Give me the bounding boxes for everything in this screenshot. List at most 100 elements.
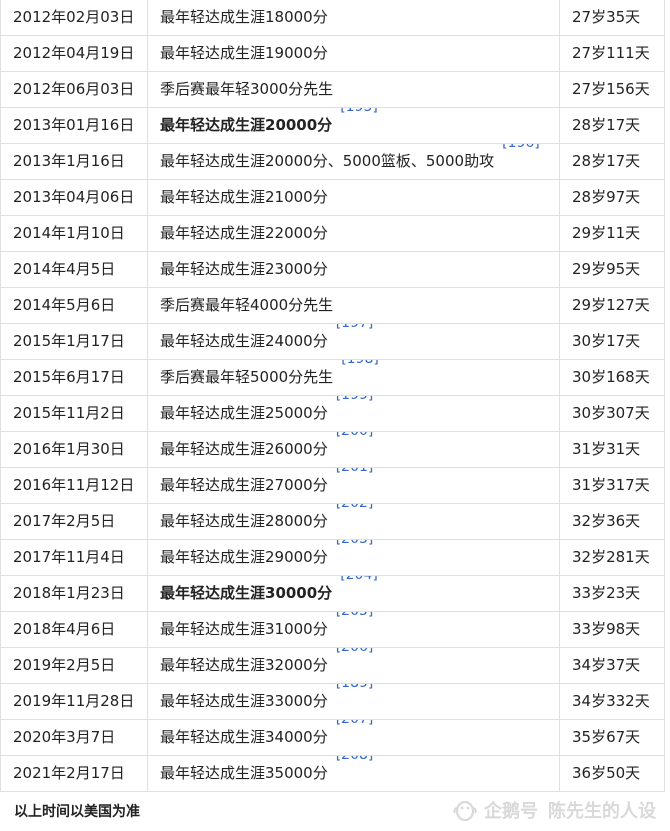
citation-link[interactable]: [204] xyxy=(340,577,378,584)
age-cell: 34岁37天 xyxy=(559,647,665,684)
citation-link[interactable]: [189] xyxy=(336,685,374,692)
table-row: 2016年1月30日最年轻达成生涯26000分 [200] 31岁31天 xyxy=(0,431,665,468)
table-row: 2019年11月28日最年轻达成生涯33000分 [189] 34岁332天 xyxy=(0,683,665,720)
date-cell: 2020年3月7日 xyxy=(0,719,148,756)
event-cell: 最年轻达成生涯24000分 [197] xyxy=(147,323,560,360)
citation-link[interactable]: [195] xyxy=(340,109,378,116)
event-cell: 季后赛最年轻5000分先生 [198] xyxy=(147,359,560,396)
records-table-body: 2012年02月03日 最年轻达成生涯18000分 27岁35天 2012年04月19… xyxy=(0,0,665,792)
age-cell: 29岁127天 xyxy=(559,287,665,324)
age-cell: 32岁281天 xyxy=(559,539,665,576)
event-cell: 最年轻达成生涯18000分 xyxy=(147,0,560,36)
citation-link[interactable]: [201] xyxy=(336,469,374,476)
event-cell: 最年轻达成生涯20000分 [195] xyxy=(147,107,560,144)
event-cell: 季后赛最年轻3000分先生 xyxy=(147,71,560,108)
event-text: 季后赛最年轻5000分先生 xyxy=(160,368,334,386)
event-text: 最年轻达成生涯23000分 xyxy=(160,260,328,278)
table-row: 2020年3月7日最年轻达成生涯34000分 [207] 35岁67天 xyxy=(0,719,665,756)
table-row: 2013年01月16日最年轻达成生涯20000分 [195] 28岁17天 xyxy=(0,107,665,144)
watermark: 企鹅号 陈先生的人设 xyxy=(452,797,656,823)
date-cell: 2014年5月6日 xyxy=(0,287,148,324)
watermark-brand: 企鹅号 xyxy=(484,801,538,822)
event-text: 最年轻达成生涯19000分 xyxy=(160,44,328,62)
citation-link[interactable]: [206] xyxy=(336,649,374,656)
table-row: 2017年11月4日最年轻达成生涯29000分 [203] 32岁281天 xyxy=(0,539,665,576)
event-cell: 最年轻达成生涯19000分 xyxy=(147,35,560,72)
age-cell: 34岁332天 xyxy=(559,683,665,720)
table-row: 2017年2月5日最年轻达成生涯28000分 [202] 32岁36天 xyxy=(0,503,665,540)
event-cell: 最年轻达成生涯31000分 [205] xyxy=(147,611,560,648)
date-cell: 2014年1月10日 xyxy=(0,215,148,252)
event-cell: 最年轻达成生涯20000分、5000篮板、5000助攻 [196] xyxy=(147,143,560,180)
age-cell: 30岁17天 xyxy=(559,323,665,360)
citation-link[interactable]: [199] xyxy=(336,397,374,404)
table-row: 2018年4月6日最年轻达成生涯31000分 [205] 33岁98天 xyxy=(0,611,665,648)
date-cell: 2013年04月06日 xyxy=(0,179,148,216)
event-text: 最年轻达成生涯27000分 xyxy=(160,476,328,494)
event-cell: 最年轻达成生涯27000分 [201] xyxy=(147,467,560,504)
age-cell: 31岁31天 xyxy=(559,431,665,468)
event-text: 最年轻达成生涯18000分 xyxy=(160,8,328,26)
records-table: 2012年02月03日 最年轻达成生涯18000分 27岁35天 2012年04月19… xyxy=(0,0,665,792)
table-row: 2012年02月03日 最年轻达成生涯18000分 27岁35天 xyxy=(0,0,665,36)
date-cell: 2012年02月03日 xyxy=(0,0,148,36)
citation-link[interactable]: [198] xyxy=(341,361,379,368)
event-text: 最年轻达成生涯32000分 xyxy=(160,656,328,674)
event-cell: 最年轻达成生涯33000分 [189] xyxy=(147,683,560,720)
event-text: 最年轻达成生涯28000分 xyxy=(160,512,328,530)
table-row: 2014年1月10日 最年轻达成生涯22000分 29岁11天 xyxy=(0,215,665,252)
date-cell: 2015年1月17日 xyxy=(0,323,148,360)
event-text: 最年轻达成生涯31000分 xyxy=(160,620,328,638)
citation-link[interactable]: [203] xyxy=(336,541,374,548)
date-cell: 2015年6月17日 xyxy=(0,359,148,396)
date-cell: 2013年1月16日 xyxy=(0,143,148,180)
date-cell: 2014年4月5日 xyxy=(0,251,148,288)
age-cell: 33岁98天 xyxy=(559,611,665,648)
event-cell: 最年轻达成生涯29000分 [203] xyxy=(147,539,560,576)
date-cell: 2016年1月30日 xyxy=(0,431,148,468)
table-row: 2018年1月23日最年轻达成生涯30000分 [204] 33岁23天 xyxy=(0,575,665,612)
footer-row: 以上时间以美国为准 企鹅号 陈先生的人设 xyxy=(0,791,664,831)
citation-link[interactable]: [197] xyxy=(336,325,374,332)
event-cell: 最年轻达成生涯25000分 [199] xyxy=(147,395,560,432)
citation-link[interactable]: [208] xyxy=(336,757,374,764)
date-cell: 2017年2月5日 xyxy=(0,503,148,540)
event-text: 最年轻达成生涯33000分 xyxy=(160,692,328,710)
age-cell: 29岁11天 xyxy=(559,215,665,252)
age-cell: 32岁36天 xyxy=(559,503,665,540)
age-cell: 28岁97天 xyxy=(559,179,665,216)
date-cell: 2017年11月4日 xyxy=(0,539,148,576)
event-text: 最年轻达成生涯22000分 xyxy=(160,224,328,242)
footnote-text: 以上时间以美国为准 xyxy=(14,804,140,820)
table-row: 2013年04月06日 最年轻达成生涯21000分 28岁97天 xyxy=(0,179,665,216)
event-text: 最年轻达成生涯29000分 xyxy=(160,548,328,566)
age-cell: 27岁111天 xyxy=(559,35,665,72)
age-cell: 28岁17天 xyxy=(559,143,665,180)
age-cell: 33岁23天 xyxy=(559,575,665,612)
event-text: 最年轻达成生涯20000分、5000篮板、5000助攻 xyxy=(160,152,495,170)
event-cell: 最年轻达成生涯30000分 [204] xyxy=(147,575,560,612)
date-cell: 2013年01月16日 xyxy=(0,107,148,144)
date-cell: 2019年11月28日 xyxy=(0,683,148,720)
citation-link[interactable]: [200] xyxy=(336,433,374,440)
citation-link[interactable]: [207] xyxy=(336,721,374,728)
table-row: 2016年11月12日最年轻达成生涯27000分 [201] 31岁317天 xyxy=(0,467,665,504)
age-cell: 29岁95天 xyxy=(559,251,665,288)
watermark-author: 陈先生的人设 xyxy=(548,801,656,822)
age-cell: 36岁50天 xyxy=(559,755,665,792)
age-cell: 30岁168天 xyxy=(559,359,665,396)
table-row: 2015年11月2日最年轻达成生涯25000分 [199] 30岁307天 xyxy=(0,395,665,432)
event-text: 最年轻达成生涯25000分 xyxy=(160,404,328,422)
date-cell: 2015年11月2日 xyxy=(0,395,148,432)
table-row: 2012年04月19日 最年轻达成生涯19000分 27岁111天 xyxy=(0,35,665,72)
date-cell: 2012年04月19日 xyxy=(0,35,148,72)
event-cell: 最年轻达成生涯34000分 [207] xyxy=(147,719,560,756)
date-cell: 2018年4月6日 xyxy=(0,611,148,648)
event-cell: 最年轻达成生涯21000分 xyxy=(147,179,560,216)
citation-link[interactable]: [205] xyxy=(336,613,374,620)
event-cell: 最年轻达成生涯28000分 [202] xyxy=(147,503,560,540)
event-text: 最年轻达成生涯30000分 xyxy=(160,584,333,602)
citation-link[interactable]: [196] xyxy=(502,145,540,152)
age-cell: 30岁307天 xyxy=(559,395,665,432)
citation-link[interactable]: [202] xyxy=(336,505,374,512)
